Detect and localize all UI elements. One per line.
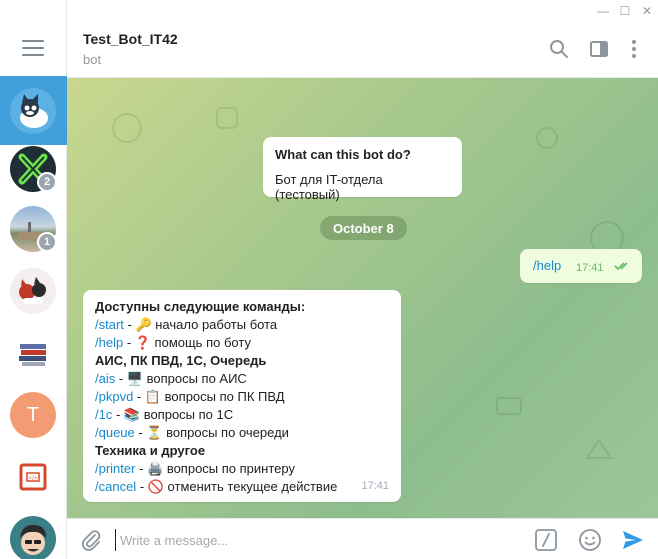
date-separator: October 8 (320, 216, 407, 240)
message-input[interactable] (115, 529, 515, 551)
command-line-ais: /ais - 🖥️ вопросы по АИС (95, 370, 389, 388)
command-desc: - 🖥️ вопросы по АИС (115, 371, 247, 386)
face-icon (20, 524, 46, 555)
menu-button[interactable] (22, 40, 44, 56)
message-composer (67, 518, 658, 559)
menu-icon (22, 40, 44, 42)
svg-text:</>: </> (28, 476, 37, 482)
cat-bot-avatar[interactable] (10, 88, 56, 134)
bot-info-heading: What can this bot do? (275, 147, 411, 162)
incoming-message[interactable]: Доступны следующие команды: /start - 🔑 н… (83, 290, 401, 502)
command-link-ais[interactable]: /ais (95, 371, 115, 386)
command-link-pkpvd[interactable]: /pkpvd (95, 389, 133, 404)
command-link-cancel[interactable]: /cancel (95, 479, 136, 494)
chat-subtitle: bot (83, 52, 102, 67)
outgoing-message-text[interactable]: /help (533, 258, 561, 273)
message-heading: Доступны следующие команды: (95, 299, 306, 314)
command-line-cancel: /cancel - 🚫 отменить текущее действие (95, 478, 389, 496)
code-avatar[interactable]: </> (10, 454, 56, 500)
cats-avatar[interactable] (10, 268, 56, 314)
command-desc: - 🔑 начало работы бота (123, 317, 278, 332)
bot-commands-icon[interactable] (534, 528, 558, 552)
command-line-queue: /queue - ⏳ вопросы по очереди (95, 424, 389, 442)
section-heading: Техника и другое (95, 443, 206, 458)
menu-icon-bar (22, 47, 44, 49)
chat-title[interactable]: Test_Bot_IT42 (83, 31, 178, 47)
message-time: 17:41 (361, 480, 389, 492)
send-icon[interactable] (621, 528, 645, 552)
unread-badge: 1 (37, 232, 57, 252)
bot-info-card: What can this bot do? Бот для IT-отдела … (263, 137, 462, 202)
message-time: 17:41 (576, 262, 604, 274)
section-heading: АИС, ПК ПВД, 1С, Очередь (95, 353, 267, 368)
code-icon: </> (19, 463, 47, 491)
command-link-queue[interactable]: /queue (95, 425, 135, 440)
command-line-1c: /1c - 📚 вопросы по 1С (95, 406, 389, 424)
face-avatar[interactable] (10, 516, 56, 559)
command-line-pkpvd: /pkpvd - 📋 вопросы по ПК ПВД (95, 388, 389, 406)
command-desc: - 🖨️ вопросы по принтеру (135, 461, 295, 476)
cat-icon (20, 94, 48, 128)
chat-header: Test_Bot_IT42 bot (67, 22, 658, 78)
command-link-help[interactable]: /help (95, 335, 123, 350)
bot-info-text: Бот для IT-отдела (тестовый) (275, 172, 383, 202)
command-link-1c[interactable]: /1c (95, 407, 112, 422)
t-avatar[interactable]: T (10, 392, 56, 438)
cats-icon (19, 277, 46, 304)
search-icon[interactable] (548, 38, 570, 60)
sidebar-toggle-icon[interactable] (588, 38, 610, 60)
command-desc: - 📋 вопросы по ПК ПВД (133, 389, 285, 404)
window-controls: — ☐ ✕ (592, 0, 658, 22)
maximize-button[interactable]: ☐ (614, 0, 636, 22)
unread-badge: 2 (37, 172, 57, 192)
command-desc: - ❓ помощь по боту (123, 335, 251, 350)
command-line-help: /help - ❓ помощь по боту (95, 334, 389, 352)
outgoing-message[interactable]: /help 17:41 (520, 249, 642, 283)
close-button[interactable]: ✕ (636, 0, 658, 22)
command-desc: - 🚫 отменить текущее действие (136, 479, 338, 494)
chat-list-sidebar: 2 1 T </> (0, 0, 67, 559)
command-link-printer[interactable]: /printer (95, 461, 135, 476)
menu-icon-bar (22, 54, 44, 56)
books-icon (19, 344, 46, 366)
more-options-icon[interactable] (623, 38, 645, 60)
chat-messages-area: What can this bot do? Бот для IT-отдела … (67, 78, 658, 518)
command-desc: - ⏳ вопросы по очереди (134, 425, 289, 440)
minimize-button[interactable]: — (592, 0, 614, 22)
command-desc: - 📚 вопросы по 1С (112, 407, 234, 422)
double-check-icon (614, 262, 628, 271)
command-line-start: /start - 🔑 начало работы бота (95, 316, 389, 334)
books-avatar[interactable] (10, 330, 56, 376)
command-line-printer: /printer - 🖨️ вопросы по принтеру (95, 460, 389, 478)
attach-icon[interactable] (79, 528, 103, 552)
emoji-icon[interactable] (578, 528, 602, 552)
command-link-start[interactable]: /start (95, 317, 124, 332)
